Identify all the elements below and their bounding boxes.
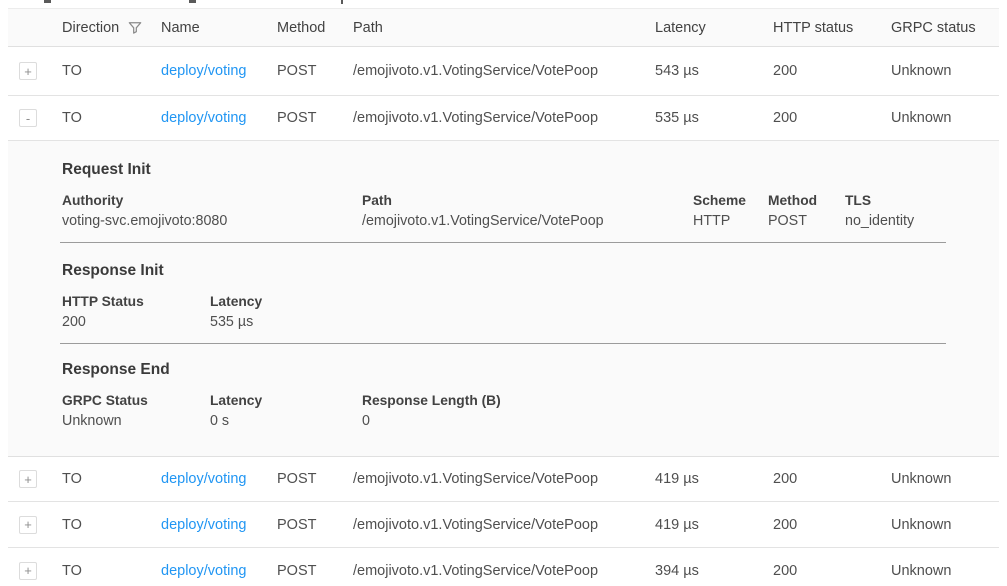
field-latency: Latency 0 s (210, 393, 362, 429)
table-row: + TO deploy/voting POST /emojivoto.v1.Vo… (8, 502, 999, 548)
column-header-latency: Latency (655, 20, 773, 36)
tap-page: Direction Name Method Path Latency HTTP … (0, 0, 1007, 586)
method-cell: POST (277, 110, 353, 126)
field-label: GRPC Status (62, 393, 210, 408)
response-init-title: Response Init (62, 243, 999, 280)
field-value: 535 µs (210, 314, 262, 330)
column-header-direction: Direction (62, 20, 161, 36)
path-cell: /emojivoto.v1.VotingService/VotePoop (353, 471, 655, 487)
http-status-cell: 200 (773, 63, 891, 79)
table-row: + TO deploy/voting POST /emojivoto.v1.Vo… (8, 457, 999, 502)
field-grpc-status: GRPC Status Unknown (62, 393, 210, 429)
field-value: 0 s (210, 413, 362, 429)
name-link[interactable]: deploy/voting (161, 517, 246, 533)
field-value: HTTP (693, 213, 768, 229)
path-cell: /emojivoto.v1.VotingService/VotePoop (353, 517, 655, 533)
column-header-path: Path (353, 20, 655, 36)
response-init-fields: HTTP Status 200 Latency 535 µs (62, 294, 999, 330)
http-status-cell: 200 (773, 563, 891, 579)
grpc-status-cell: Unknown (891, 517, 999, 533)
tap-results-table: Direction Name Method Path Latency HTTP … (8, 8, 999, 586)
http-status-cell: 200 (773, 110, 891, 126)
direction-cell: TO (62, 517, 161, 533)
latency-cell: 394 µs (655, 563, 773, 579)
field-value: no_identity (845, 213, 914, 229)
method-cell: POST (277, 471, 353, 487)
direction-cell: TO (62, 471, 161, 487)
table-header-row: Direction Name Method Path Latency HTTP … (8, 8, 999, 47)
field-value: 200 (62, 314, 210, 330)
field-value: /emojivoto.v1.VotingService/VotePoop (362, 213, 693, 229)
field-label: HTTP Status (62, 294, 210, 309)
method-cell: POST (277, 63, 353, 79)
latency-cell: 419 µs (655, 517, 773, 533)
direction-header-label: Direction (62, 20, 119, 36)
grpc-status-cell: Unknown (891, 471, 999, 487)
table-row: + TO deploy/voting POST /emojivoto.v1.Vo… (8, 548, 999, 586)
path-cell: /emojivoto.v1.VotingService/VotePoop (353, 563, 655, 579)
grpc-status-cell: Unknown (891, 63, 999, 79)
field-label: Method (768, 193, 845, 208)
latency-cell: 543 µs (655, 63, 773, 79)
clipped-text-artifact (44, 0, 51, 3)
name-link[interactable]: deploy/voting (161, 110, 246, 126)
field-scheme: Scheme HTTP (693, 193, 768, 229)
field-label: Latency (210, 393, 362, 408)
field-value: Unknown (62, 413, 210, 429)
field-label: Scheme (693, 193, 768, 208)
name-link[interactable]: deploy/voting (161, 563, 246, 579)
path-cell: /emojivoto.v1.VotingService/VotePoop (353, 110, 655, 126)
field-value: 0 (362, 413, 501, 429)
field-latency: Latency 535 µs (210, 294, 262, 330)
direction-cell: TO (62, 110, 161, 126)
collapse-row-button[interactable]: - (19, 109, 37, 127)
field-value: POST (768, 213, 845, 229)
field-label: Latency (210, 294, 262, 309)
field-label: Response Length (B) (362, 393, 501, 408)
path-cell: /emojivoto.v1.VotingService/VotePoop (353, 63, 655, 79)
response-end-title: Response End (62, 344, 999, 379)
expand-row-button[interactable]: + (19, 470, 37, 488)
name-link[interactable]: deploy/voting (161, 471, 246, 487)
table-row-expanded: - TO deploy/voting POST /emojivoto.v1.Vo… (8, 96, 999, 141)
filter-icon[interactable] (128, 21, 142, 35)
column-header-name: Name (161, 20, 277, 36)
direction-cell: TO (62, 63, 161, 79)
direction-cell: TO (62, 563, 161, 579)
clipped-text-artifact (341, 0, 343, 4)
column-header-http-status: HTTP status (773, 20, 891, 36)
field-label: TLS (845, 193, 914, 208)
request-init-fields: Authority voting-svc.emojivoto:8080 Path… (62, 193, 999, 229)
http-status-cell: 200 (773, 471, 891, 487)
latency-cell: 535 µs (655, 110, 773, 126)
expand-row-button[interactable]: + (19, 62, 37, 80)
response-end-fields: GRPC Status Unknown Latency 0 s Response… (62, 393, 999, 429)
field-authority: Authority voting-svc.emojivoto:8080 (62, 193, 362, 229)
clipped-text-artifact (189, 0, 196, 3)
field-http-status: HTTP Status 200 (62, 294, 210, 330)
field-tls: TLS no_identity (845, 193, 914, 229)
name-link[interactable]: deploy/voting (161, 63, 246, 79)
column-header-method: Method (277, 20, 353, 36)
method-cell: POST (277, 563, 353, 579)
grpc-status-cell: Unknown (891, 563, 999, 579)
row-detail-panel: Request Init Authority voting-svc.emojiv… (8, 141, 999, 457)
field-label: Path (362, 193, 693, 208)
method-cell: POST (277, 517, 353, 533)
column-header-grpc-status: GRPC status (891, 20, 999, 36)
expand-row-button[interactable]: + (19, 516, 37, 534)
request-init-title: Request Init (62, 141, 999, 179)
field-path: Path /emojivoto.v1.VotingService/VotePoo… (362, 193, 693, 229)
field-response-length: Response Length (B) 0 (362, 393, 501, 429)
table-row: + TO deploy/voting POST /emojivoto.v1.Vo… (8, 47, 999, 96)
grpc-status-cell: Unknown (891, 110, 999, 126)
expand-row-button[interactable]: + (19, 562, 37, 580)
latency-cell: 419 µs (655, 471, 773, 487)
field-method: Method POST (768, 193, 845, 229)
field-value: voting-svc.emojivoto:8080 (62, 213, 362, 229)
field-label: Authority (62, 193, 362, 208)
http-status-cell: 200 (773, 517, 891, 533)
